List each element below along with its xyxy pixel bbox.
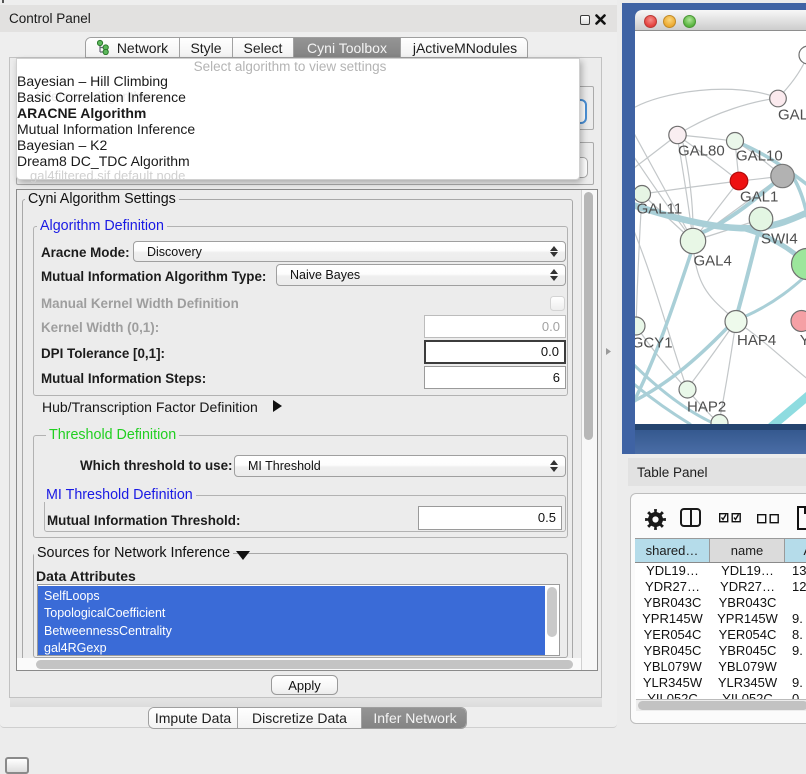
svg-text:GAL80: GAL80 [678,143,725,160]
svg-text:GAL1: GAL1 [740,189,778,206]
svg-text:GAL4: GAL4 [694,253,732,270]
svg-text:GAL10: GAL10 [736,148,783,165]
svg-text:SWI4: SWI4 [761,231,798,248]
svg-text:GAL11: GAL11 [637,201,683,218]
svg-text:GAL2: GAL2 [778,107,806,124]
svg-text:GCY1: GCY1 [635,335,673,352]
svg-text:HAP4: HAP4 [737,332,776,349]
svg-text:Y: Y [800,332,806,349]
svg-text:HAP2: HAP2 [687,399,726,416]
